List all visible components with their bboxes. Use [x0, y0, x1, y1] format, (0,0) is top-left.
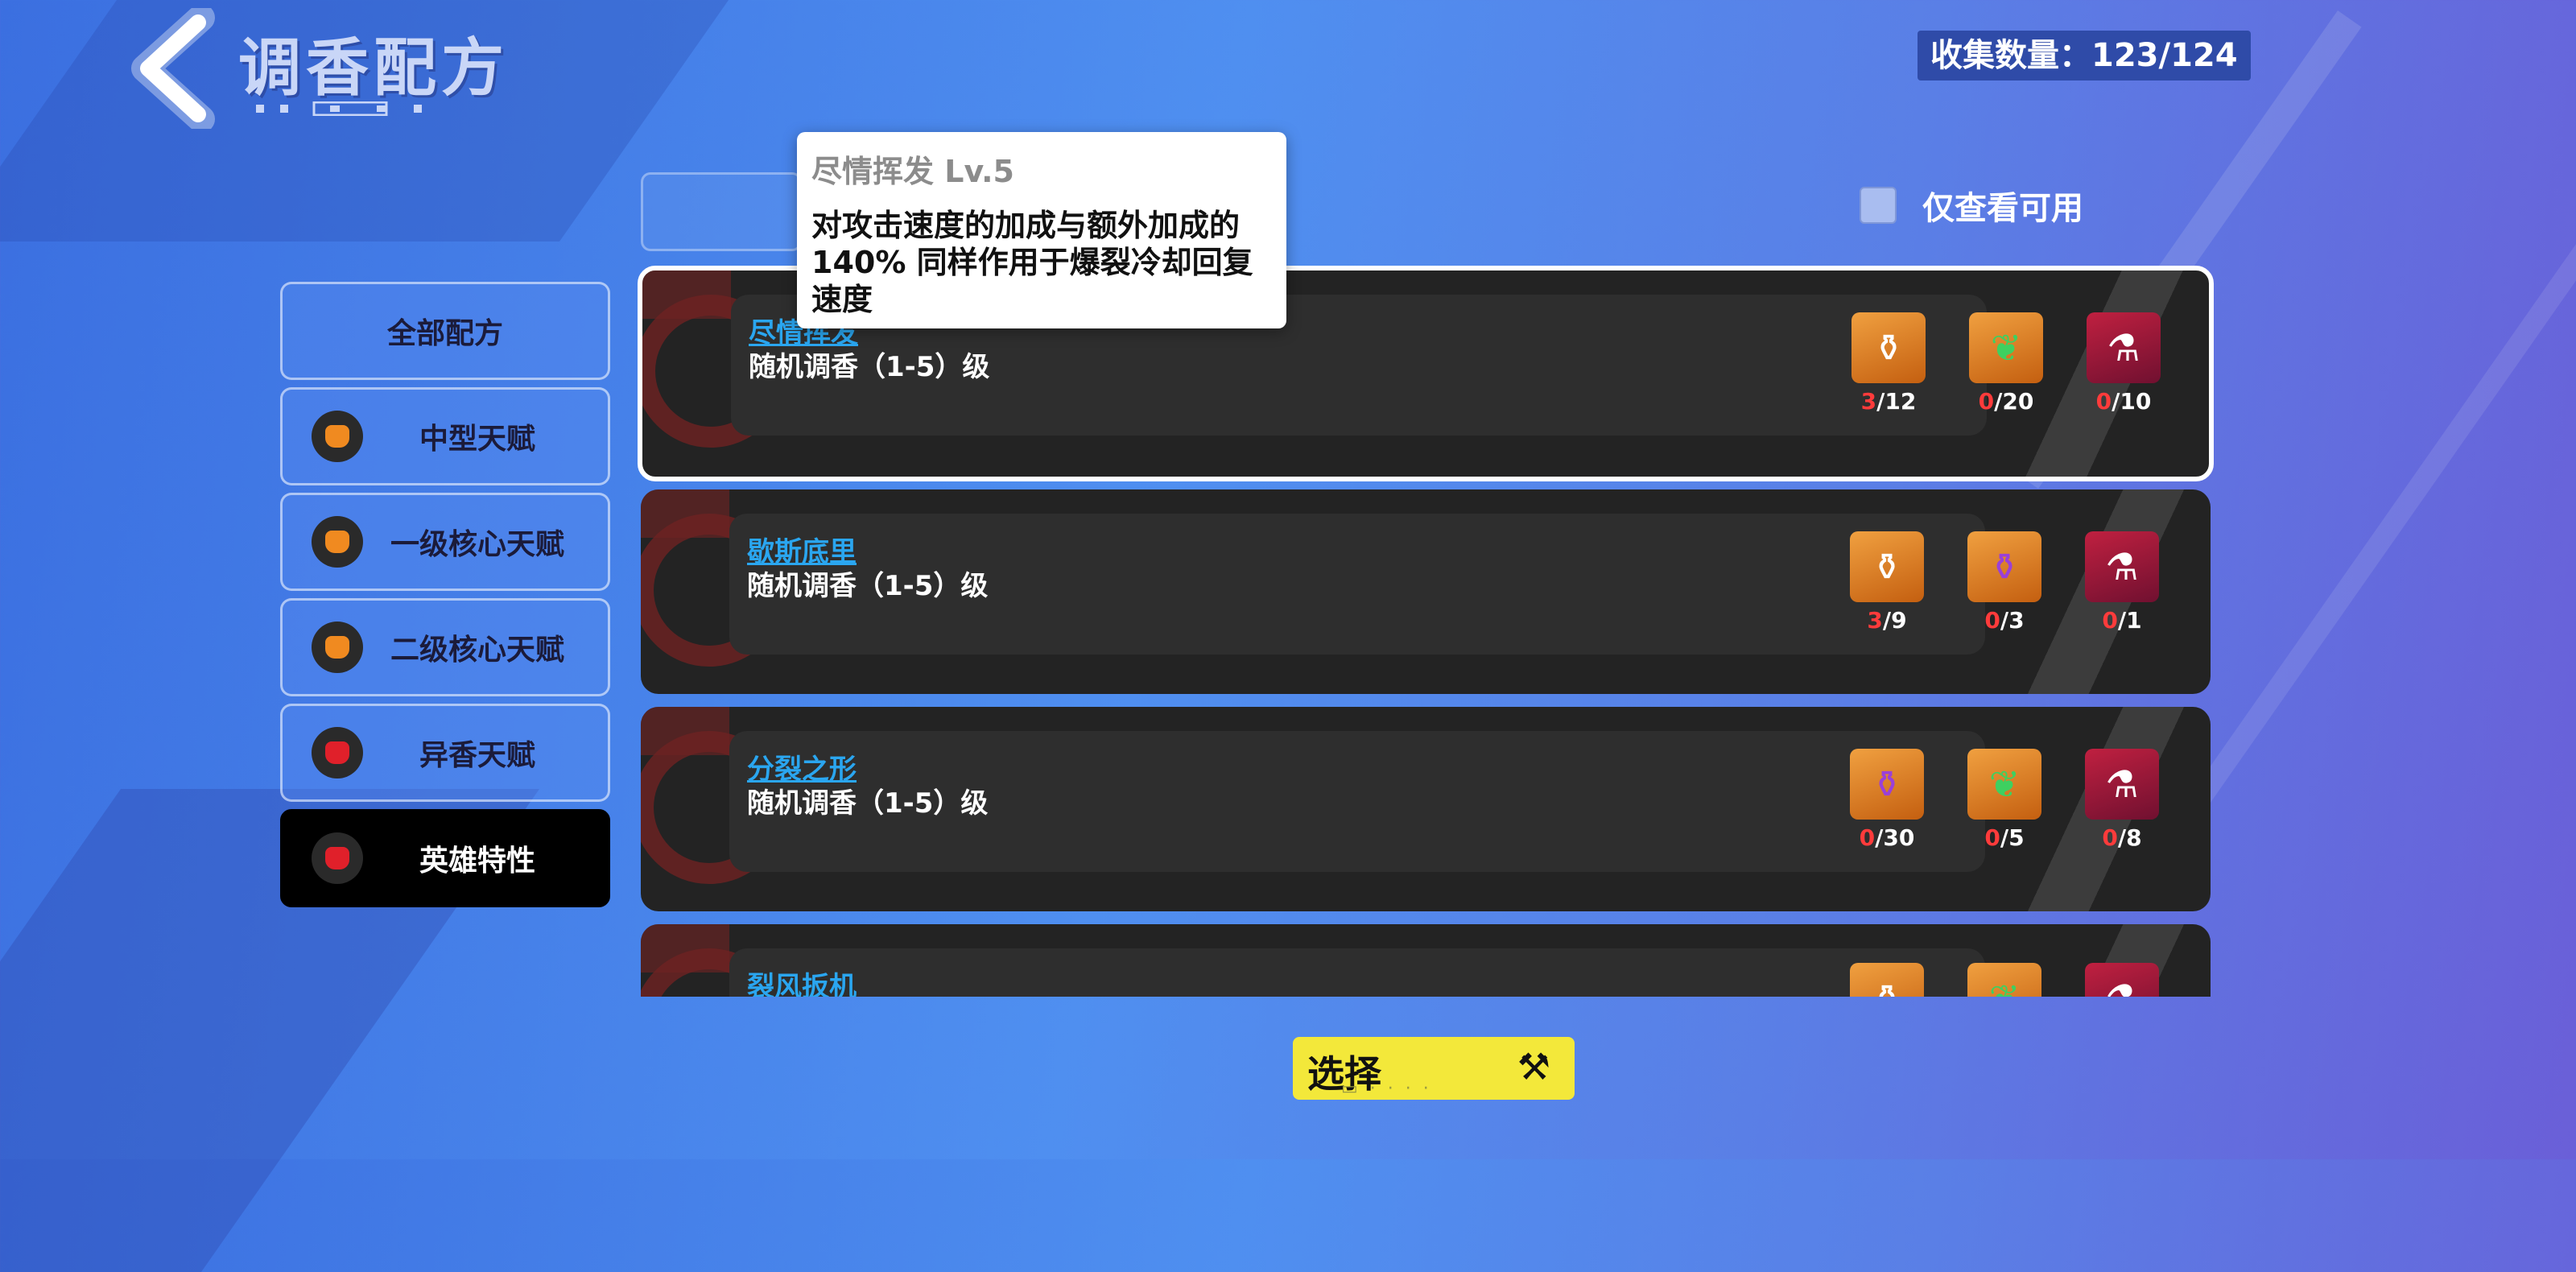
recipe-list[interactable]: 尽情挥发 随机调香（1-5）级 ⚱ 3/12 ❦ 0/20 ⚗ 0/10 歇斯底… — [638, 266, 2215, 997]
owned-count: 3 — [1867, 607, 1883, 634]
required-count: /12 — [1876, 388, 1917, 415]
only-available-filter[interactable]: 仅查看可用 — [1860, 182, 2083, 229]
checkbox[interactable] — [1860, 187, 1897, 224]
ingredient-count: 0/10 — [2096, 388, 2152, 415]
recipe-subtitle: 随机调香（1-5）级 — [747, 570, 989, 602]
recipe-card[interactable]: 歇斯底里 随机调香（1-5）级 ⚱ 3/9 ⚱ 0/3 ⚗ 0/1 — [641, 489, 2211, 694]
owned-count: 0 — [2095, 388, 2112, 415]
page-title: 调香配方 — [238, 32, 510, 105]
recipe-tooltip: 尽情挥发 Lv.5 对攻击速度的加成与额外加成的140% 同样作用于爆裂冷却回复… — [797, 132, 1286, 328]
green-pot-icon: ❦ — [1967, 749, 2041, 820]
category-sidebar: 全部配方 中型天赋 一级核心天赋 二级核心天赋 异香天赋 英雄特性 — [280, 282, 610, 915]
ingredient-count: 0/5 — [1984, 824, 2024, 851]
owned-count: 0 — [2102, 824, 2118, 851]
orange-pot-icon — [312, 622, 363, 673]
hammer-icon: ⚒ — [1517, 1045, 1550, 1088]
owned-count: 0 — [1859, 824, 1876, 851]
owned-count: 0 — [1984, 824, 2000, 851]
red-pot-icon — [312, 832, 363, 884]
ingredient-count: 3/12 — [1861, 388, 1917, 415]
category-label: 异香天赋 — [419, 739, 535, 772]
ingredient-list: ⚱ ❦ ⚗ — [1850, 963, 2159, 997]
only-available-label: 仅查看可用 — [1922, 190, 2083, 227]
recipe-card[interactable]: 分裂之形 随机调香（1-5）级 ⚱ 0/30 ❦ 0/5 ⚗ 0/8 — [641, 707, 2211, 911]
category-all-recipes[interactable]: 全部配方 — [280, 282, 610, 380]
category-tier2-core-talent[interactable]: 二级核心天赋 — [280, 598, 610, 696]
category-medium-talent[interactable]: 中型天赋 — [280, 387, 610, 485]
ingredient[interactable]: ❦ — [1967, 963, 2041, 997]
purple-flask-icon: ⚱ — [1850, 749, 1924, 820]
ingredient[interactable]: ⚗ 0/1 — [2085, 531, 2159, 634]
owned-count: 0 — [2102, 607, 2118, 634]
required-count: /20 — [1994, 388, 2034, 415]
required-count: /30 — [1875, 824, 1915, 851]
ingredient-count: 0/1 — [2102, 607, 2141, 634]
search-bar[interactable] — [641, 172, 802, 251]
ingredient-list: ⚱ 3/9 ⚱ 0/3 ⚗ 0/1 — [1850, 531, 2159, 634]
title-decoration — [256, 101, 422, 116]
green-pot-icon: ❦ — [1969, 312, 2043, 383]
tooltip-description: 对攻击速度的加成与额外加成的140% 同样作用于爆裂冷却回复速度 — [811, 208, 1253, 317]
collection-count: 收集数量：123/124 — [1918, 31, 2251, 81]
green-pot-icon: ❦ — [1967, 963, 2041, 997]
orange-pot-icon — [312, 411, 363, 462]
required-count: /5 — [2000, 824, 2025, 851]
required-count: /10 — [2112, 388, 2152, 415]
orange-pot-icon — [312, 516, 363, 568]
crystal-flask-icon: ⚗ — [2085, 749, 2159, 820]
category-label: 一级核心天赋 — [390, 528, 564, 561]
category-hero-trait[interactable]: 英雄特性 — [280, 809, 610, 907]
category-exotic-talent[interactable]: 异香天赋 — [280, 704, 610, 802]
required-count: /8 — [2117, 824, 2142, 851]
recipe-subtitle: 随机调香（1-5）级 — [749, 351, 990, 383]
button-decoration: ▭ · · · · — [1341, 1079, 1432, 1099]
recipe-subtitle: 随机调香（1-5）级 — [747, 787, 989, 820]
ingredient-count: 0/8 — [2102, 824, 2141, 851]
ingredient-count: 0/3 — [1984, 607, 2024, 634]
category-label: 英雄特性 — [419, 845, 535, 878]
chevron-left-icon — [131, 4, 215, 133]
crystal-flask-icon: ⚗ — [2085, 963, 2159, 997]
orange-flask-icon: ⚱ — [1850, 531, 1924, 602]
ingredient[interactable]: ⚱ — [1850, 963, 1924, 997]
recipe-name[interactable]: 裂风扳机 — [747, 964, 857, 997]
owned-count: 0 — [1978, 388, 1995, 415]
ingredient[interactable]: ❦ 0/20 — [1969, 312, 2043, 415]
ingredient-list: ⚱ 0/30 ❦ 0/5 ⚗ 0/8 — [1850, 749, 2159, 851]
card-inner — [729, 948, 1985, 997]
tooltip-title: 尽情挥发 Lv.5 — [811, 154, 1014, 189]
ingredient[interactable]: ⚱ 3/9 — [1850, 531, 1924, 634]
crystal-flask-icon: ⚗ — [2087, 312, 2161, 383]
recipe-card[interactable]: 裂风扳机 ⚱ ❦ ⚗ — [641, 924, 2211, 997]
crystal-flask-icon: ⚗ — [2085, 531, 2159, 602]
category-label: 二级核心天赋 — [390, 634, 564, 667]
owned-count: 3 — [1860, 388, 1877, 415]
required-count: /9 — [1882, 607, 1907, 634]
ingredient-count: 0/30 — [1860, 824, 1915, 851]
orange-flask-icon: ⚱ — [1850, 963, 1924, 997]
owned-count: 0 — [1984, 607, 2000, 634]
ingredient[interactable]: ⚱ 0/3 — [1967, 531, 2041, 634]
ingredient[interactable]: ⚱ 3/12 — [1852, 312, 1926, 415]
category-label: 中型天赋 — [419, 423, 535, 456]
required-count: /3 — [2000, 607, 2025, 634]
ingredient[interactable]: ⚗ 0/8 — [2085, 749, 2159, 851]
ingredient-count: 0/20 — [1979, 388, 2034, 415]
bg-decoration — [2177, 220, 2576, 827]
category-label: 全部配方 — [386, 317, 503, 350]
red-pot-icon — [312, 727, 363, 778]
ingredient[interactable]: ⚗ — [2085, 963, 2159, 997]
purple-flask-icon: ⚱ — [1967, 531, 2041, 602]
ingredient-list: ⚱ 3/12 ❦ 0/20 ⚗ 0/10 — [1852, 312, 2161, 415]
ingredient[interactable]: ⚱ 0/30 — [1850, 749, 1924, 851]
ingredient[interactable]: ⚗ 0/10 — [2087, 312, 2161, 415]
ingredient[interactable]: ❦ 0/5 — [1967, 749, 2041, 851]
ingredient-count: 3/9 — [1867, 607, 1906, 634]
required-count: /1 — [2117, 607, 2142, 634]
category-tier1-core-talent[interactable]: 一级核心天赋 — [280, 493, 610, 591]
back-button[interactable] — [121, 4, 225, 133]
orange-flask-icon: ⚱ — [1852, 312, 1926, 383]
select-button[interactable]: 选择 ▭ · · · · ⚒ — [1293, 1037, 1575, 1100]
